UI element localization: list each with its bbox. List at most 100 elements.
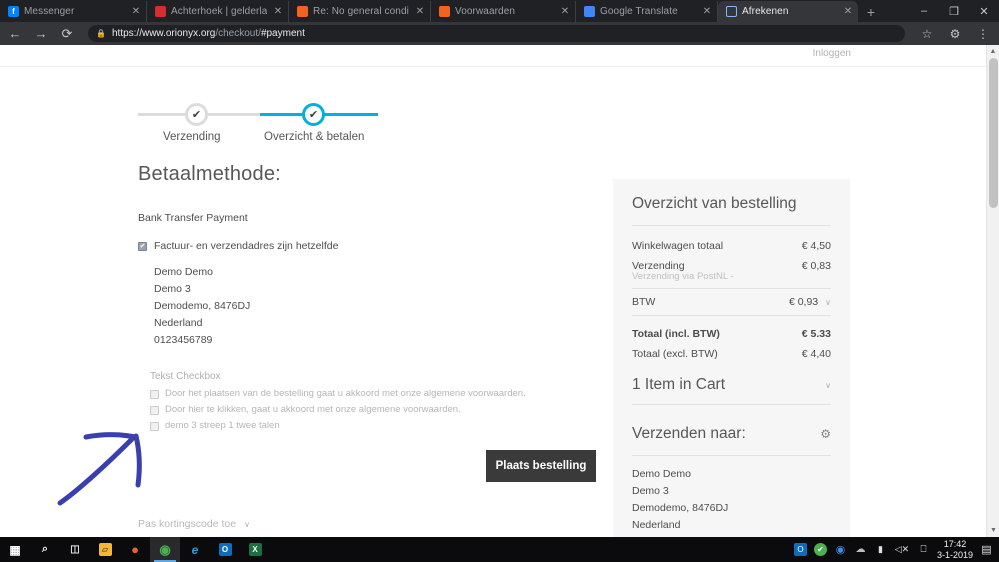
agreement-label: Door hier te klikken, gaat u akkoord met… — [165, 404, 461, 415]
browser-toolbar: ← → ⟳ 🔒 https://www.orionyx.org/checkout… — [0, 22, 999, 45]
browser-tray-icon[interactable]: ◉ — [834, 543, 847, 556]
task-view-icon[interactable]: ◫ — [60, 537, 90, 562]
start-button[interactable]: ▦ — [0, 537, 30, 562]
url-path: /checkout/ — [215, 28, 261, 39]
order-summary-panel: Overzicht van bestelling Winkelwagen tot… — [613, 179, 850, 537]
row-value: € 4,50 — [801, 240, 831, 252]
page-scrollbar[interactable]: ▲ ▼ — [986, 45, 999, 537]
firefox-icon[interactable]: ● — [120, 537, 150, 562]
edge-icon[interactable]: e — [180, 537, 210, 562]
agreement-row[interactable]: Door het plaatsen van de bestelling gaat… — [150, 388, 598, 399]
browser-tab-no-general-conditions[interactable]: Re: No general conditions visib ✕ — [289, 1, 431, 22]
cart-items-toggle[interactable]: 1 Item in Cart ∨ — [632, 364, 831, 405]
stepper-label-review-payment[interactable]: Overzicht & betalen — [264, 131, 364, 143]
chrome-icon[interactable]: ◉ — [150, 537, 180, 562]
address-line: Demo Demo — [154, 266, 213, 278]
summary-row-vat[interactable]: BTW € 0,93 ∨ — [632, 288, 831, 316]
star-icon[interactable]: ☆ — [917, 24, 937, 44]
outlook-icon[interactable]: O — [210, 537, 240, 562]
minimize-button[interactable]: – — [909, 0, 939, 22]
address-line: Demo 3 — [632, 485, 669, 497]
file-explorer-icon[interactable]: ▱ — [90, 537, 120, 562]
excel-icon[interactable]: X — [240, 537, 270, 562]
apply-discount-code-label: Pas kortingscode toe — [138, 518, 237, 530]
tab-close-icon[interactable]: ✕ — [414, 6, 426, 17]
browser-tab-gelderlander[interactable]: Achterhoek | gelderlander.nl ✕ — [147, 1, 289, 22]
same-address-checkbox[interactable]: ✔ — [138, 242, 147, 251]
agreement-label: Door het plaatsen van de bestelling gaat… — [165, 388, 526, 399]
url-text: https://www.orionyx.org/checkout/#paymen… — [112, 28, 305, 39]
three-dot-menu-icon[interactable]: ⋮ — [973, 24, 993, 44]
check-icon: ✔ — [191, 109, 202, 121]
loading-spinner-icon — [726, 6, 737, 17]
tab-close-icon[interactable]: ✕ — [272, 6, 284, 17]
apply-discount-code-toggle[interactable]: Pas kortingscode toe ∨ — [138, 518, 250, 530]
cloud-icon[interactable]: ☁ — [854, 543, 867, 556]
address-line: Demodemo, 8476DJ — [632, 502, 729, 514]
shipping-method-note: Verzending via PostNL - — [632, 271, 734, 282]
checkout-progress-stepper: ✔ ✔ Verzending Overzicht & betalen — [138, 87, 378, 147]
search-icon[interactable]: ⌕ — [30, 537, 60, 562]
same-address-row[interactable]: ✔ Factuur- en verzendadres zijn hetzelfd… — [138, 240, 598, 252]
row-label: BTW — [632, 296, 656, 308]
tab-close-icon[interactable]: ✕ — [559, 6, 571, 17]
browser-tab-messenger[interactable]: f Messenger ✕ — [0, 1, 147, 22]
maximize-button[interactable]: ❐ — [939, 0, 969, 22]
agreement-row[interactable]: Door hier te klikken, gaat u akkoord met… — [150, 404, 598, 415]
stepper-node-review-payment[interactable]: ✔ — [302, 103, 325, 126]
address-bar[interactable]: 🔒 https://www.orionyx.org/checkout/#paym… — [88, 25, 905, 42]
cart-items-label: 1 Item in Cart — [632, 376, 726, 393]
stepper-label-shipping[interactable]: Verzending — [163, 131, 221, 143]
lock-icon: 🔒 — [96, 29, 106, 38]
tab-close-icon[interactable]: ✕ — [130, 6, 142, 17]
excel-glyph-icon: X — [248, 543, 262, 556]
vat-value: € 0,93 — [788, 296, 819, 308]
stepper-node-shipping[interactable]: ✔ — [185, 103, 208, 126]
check-icon: ✔ — [139, 243, 146, 250]
chevron-down-icon[interactable]: ∨ — [825, 298, 831, 307]
browser-tab-google-translate[interactable]: Google Translate ✕ — [576, 1, 718, 22]
agreement-checkbox[interactable] — [150, 406, 159, 415]
order-summary-title: Overzicht van bestelling — [632, 195, 797, 212]
magento-icon — [297, 6, 308, 17]
same-address-label: Factuur- en verzendadres zijn hetzelfde — [154, 240, 339, 252]
agreements-section: Tekst Checkbox Door het plaatsen van de … — [150, 371, 598, 431]
chevron-down-icon[interactable]: ∨ — [825, 381, 831, 390]
tab-title: Voorwaarden — [455, 6, 516, 17]
agreement-row[interactable]: demo 3 streep 1 twee talen — [150, 420, 598, 431]
facebook-messenger-icon: f — [8, 6, 19, 17]
extension-icon[interactable]: ⚙ — [945, 24, 965, 44]
agreement-checkbox[interactable] — [150, 422, 159, 431]
scroll-down-icon[interactable]: ▼ — [987, 524, 999, 537]
taskbar-clock[interactable]: 17:42 3-1-2019 — [937, 539, 973, 561]
scroll-up-icon[interactable]: ▲ — [987, 45, 999, 58]
tab-close-icon[interactable]: ✕ — [701, 6, 713, 17]
shipping-address: Demo Demo Demo 3 Demodemo, 8476DJ Nederl… — [632, 466, 831, 537]
reload-icon[interactable]: ⟳ — [58, 25, 76, 43]
battery-icon[interactable]: ▮ — [874, 543, 887, 556]
ship-to-panel: Verzenden naar: ⚙ Demo Demo Demo 3 Demod… — [632, 425, 831, 537]
close-window-button[interactable]: ✕ — [969, 0, 999, 22]
forward-icon[interactable]: → — [32, 25, 50, 43]
divider — [632, 455, 831, 456]
new-tab-button[interactable]: + — [858, 1, 884, 22]
login-link[interactable]: Inloggen — [813, 48, 851, 59]
google-translate-icon — [584, 6, 595, 17]
network-icon[interactable]: ⎕ — [917, 543, 930, 556]
browser-tab-voorwaarden[interactable]: Voorwaarden ✕ — [431, 1, 576, 22]
gear-icon[interactable]: ⚙ — [820, 427, 831, 441]
row-value-group: € 0,93 ∨ — [789, 296, 831, 308]
windows-taskbar: ▦ ⌕ ◫ ▱ ● ◉ e O X O ✔ ◉ ☁ ▮ ◁✕ ⎕ 17:42 3… — [0, 537, 999, 562]
place-order-button[interactable]: Plaats bestelling — [486, 450, 596, 482]
ship-to-header: Verzenden naar: ⚙ — [632, 425, 831, 443]
address-line: Nederland — [632, 519, 681, 531]
tab-close-icon[interactable]: ✕ — [842, 6, 854, 17]
browser-tab-afrekenen[interactable]: Afrekenen ✕ — [718, 1, 858, 22]
notification-center-icon[interactable]: ▤ — [980, 543, 993, 556]
volume-muted-icon[interactable]: ◁✕ — [894, 543, 910, 556]
outlook-tray-icon[interactable]: O — [793, 543, 807, 556]
shield-icon[interactable]: ✔ — [813, 543, 827, 556]
scrollbar-thumb[interactable] — [989, 58, 998, 208]
agreement-checkbox[interactable] — [150, 390, 159, 399]
back-icon[interactable]: ← — [6, 25, 24, 43]
